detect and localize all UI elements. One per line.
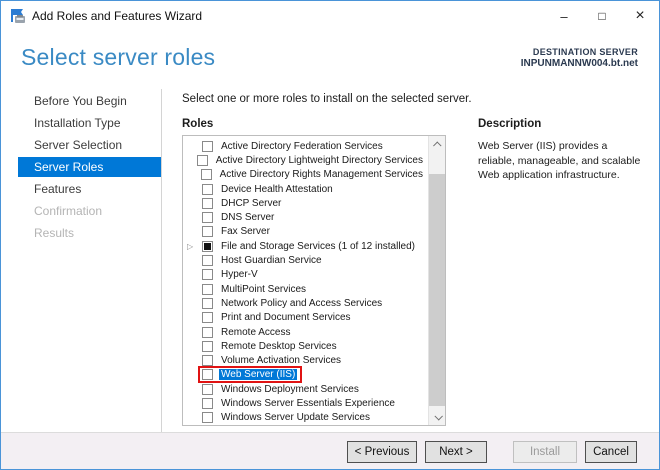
sidebar-item-results: Results <box>34 226 75 240</box>
sidebar-item-server-roles[interactable]: Server Roles <box>18 157 161 177</box>
role-checkbox[interactable] <box>202 283 213 295</box>
role-checkbox[interactable] <box>202 240 213 252</box>
scroll-down-icon[interactable] <box>429 408 445 425</box>
role-label[interactable]: DHCP Server <box>219 198 283 209</box>
sidebar-item-before-you-begin[interactable]: Before You Begin <box>1 91 161 111</box>
role-label[interactable]: Active Directory Rights Management Servi… <box>218 169 425 180</box>
role-label[interactable]: MultiPoint Services <box>219 284 308 295</box>
role-row-fax-server: Fax Server <box>183 225 428 239</box>
page-title: Select server roles <box>21 44 216 70</box>
role-row-host-guardian-service: Host Guardian Service <box>183 253 428 267</box>
role-checkbox[interactable] <box>202 412 213 424</box>
expander-icon[interactable]: ▷ <box>187 242 200 251</box>
description-label: Description <box>478 118 542 130</box>
role-row-active-directory-lightweight-directory-services: Active Directory Lightweight Directory S… <box>183 153 428 167</box>
sidebar-item-features[interactable]: Features <box>1 179 161 199</box>
role-row-hyper-v: Hyper-V <box>183 268 428 282</box>
next-button[interactable]: Next > <box>425 441 487 463</box>
role-row-network-policy-and-access-services: Network Policy and Access Services <box>183 296 428 310</box>
role-label[interactable]: Volume Activation Services <box>219 355 343 366</box>
role-checkbox[interactable] <box>202 397 213 409</box>
role-checkbox[interactable] <box>202 140 213 152</box>
install-button: Install <box>513 441 577 463</box>
wizard-window: Add Roles and Features Wizard – □ × Sele… <box>0 0 660 470</box>
role-checkbox[interactable] <box>202 212 213 224</box>
role-row-dns-server: DNS Server <box>183 210 428 224</box>
role-label[interactable]: Remote Desktop Services <box>219 341 339 352</box>
close-button[interactable]: × <box>621 1 659 31</box>
roles-scrollbar[interactable] <box>428 136 445 425</box>
role-checkbox[interactable] <box>202 326 213 338</box>
role-label[interactable]: Fax Server <box>219 226 272 237</box>
server-manager-icon <box>11 9 25 23</box>
role-row-print-and-document-services: Print and Document Services <box>183 311 428 325</box>
role-row-volume-activation-services: Volume Activation Services <box>183 353 428 367</box>
role-row-active-directory-rights-management-services: Active Directory Rights Management Servi… <box>183 168 428 182</box>
role-label[interactable]: Windows Deployment Services <box>219 384 361 395</box>
role-row-web-server-iis: Web Server (IIS) <box>183 366 428 384</box>
role-label[interactable]: Print and Document Services <box>219 312 353 323</box>
role-row-windows-deployment-services: Windows Deployment Services <box>183 382 428 396</box>
role-checkbox[interactable] <box>202 369 213 381</box>
role-checkbox[interactable] <box>202 255 213 267</box>
role-label[interactable]: Windows Server Essentials Experience <box>219 398 397 409</box>
footer-bar: < Previous Next > Install Cancel <box>1 432 659 469</box>
role-label[interactable]: Host Guardian Service <box>219 255 324 266</box>
role-checkbox[interactable] <box>202 197 213 209</box>
previous-button[interactable]: < Previous <box>347 441 417 463</box>
minimize-button[interactable]: – <box>545 1 583 31</box>
destination-server-name: INPUNMANNW004.bt.net <box>520 58 638 70</box>
role-row-windows-server-essentials-experience: Windows Server Essentials Experience <box>183 396 428 410</box>
role-checkbox[interactable] <box>202 355 213 367</box>
role-checkbox[interactable] <box>196 154 208 166</box>
role-checkbox[interactable] <box>202 226 213 238</box>
role-row-remote-desktop-services: Remote Desktop Services <box>183 339 428 353</box>
role-row-multipoint-services: MultiPoint Services <box>183 282 428 296</box>
role-label[interactable]: Active Directory Lightweight Directory S… <box>214 155 425 166</box>
role-label[interactable]: Active Directory Federation Services <box>219 141 385 152</box>
destination-server-label: DESTINATION SERVER <box>532 47 638 57</box>
role-checkbox[interactable] <box>202 297 213 309</box>
role-row-windows-server-update-services: Windows Server Update Services <box>183 411 428 425</box>
role-label[interactable]: File and Storage Services (1 of 12 insta… <box>219 241 417 252</box>
role-checkbox[interactable] <box>202 340 213 352</box>
wizard-nav: Before You Begin Installation Type Server … <box>1 91 161 245</box>
title-bar: Add Roles and Features Wizard – □ × <box>1 1 659 31</box>
role-label[interactable]: Remote Access <box>219 327 292 338</box>
instruction-text: Select one or more roles to install on t… <box>182 93 472 105</box>
scrollbar-thumb[interactable] <box>429 174 445 406</box>
nav-content-divider <box>161 89 162 434</box>
maximize-button[interactable]: □ <box>583 1 621 31</box>
role-label[interactable]: Windows Server Update Services <box>219 412 372 423</box>
window-title: Add Roles and Features Wizard <box>32 9 203 23</box>
destination-server-block: DESTINATION SERVER INPUNMANNW004.bt.net <box>521 47 638 71</box>
role-row-remote-access: Remote Access <box>183 325 428 339</box>
role-label[interactable]: Web Server (IIS) <box>219 369 298 381</box>
role-checkbox[interactable] <box>202 312 213 324</box>
role-label[interactable]: Hyper-V <box>219 269 260 280</box>
role-checkbox[interactable] <box>202 269 213 281</box>
sidebar-item-server-selection[interactable]: Server Selection <box>1 135 161 155</box>
sidebar-item-installation-type[interactable]: Installation Type <box>1 113 161 133</box>
role-row-active-directory-federation-services: Active Directory Federation Services <box>183 139 428 153</box>
role-row-file-and-storage-services-1-of-12-installed: ▷ File and Storage Services (1 of 12 ins… <box>183 239 428 253</box>
role-label[interactable]: DNS Server <box>219 212 276 223</box>
role-row-device-health-attestation: Device Health Attestation <box>183 182 428 196</box>
role-checkbox[interactable] <box>202 383 213 395</box>
role-row-dhcp-server: DHCP Server <box>183 196 428 210</box>
cancel-button[interactable]: Cancel <box>585 441 637 463</box>
role-label[interactable]: Device Health Attestation <box>219 184 335 195</box>
description-text: Web Server (IIS) provides a reliable, ma… <box>478 140 641 182</box>
role-label[interactable]: Network Policy and Access Services <box>219 298 384 309</box>
role-checkbox[interactable] <box>202 183 213 195</box>
sidebar-item-confirmation: Confirmation <box>34 204 103 218</box>
roles-listbox: Active Directory Federation Services Act… <box>182 135 446 426</box>
scroll-up-icon[interactable] <box>429 136 445 153</box>
roles-list-label: Roles <box>182 118 214 130</box>
role-checkbox[interactable] <box>200 169 212 181</box>
